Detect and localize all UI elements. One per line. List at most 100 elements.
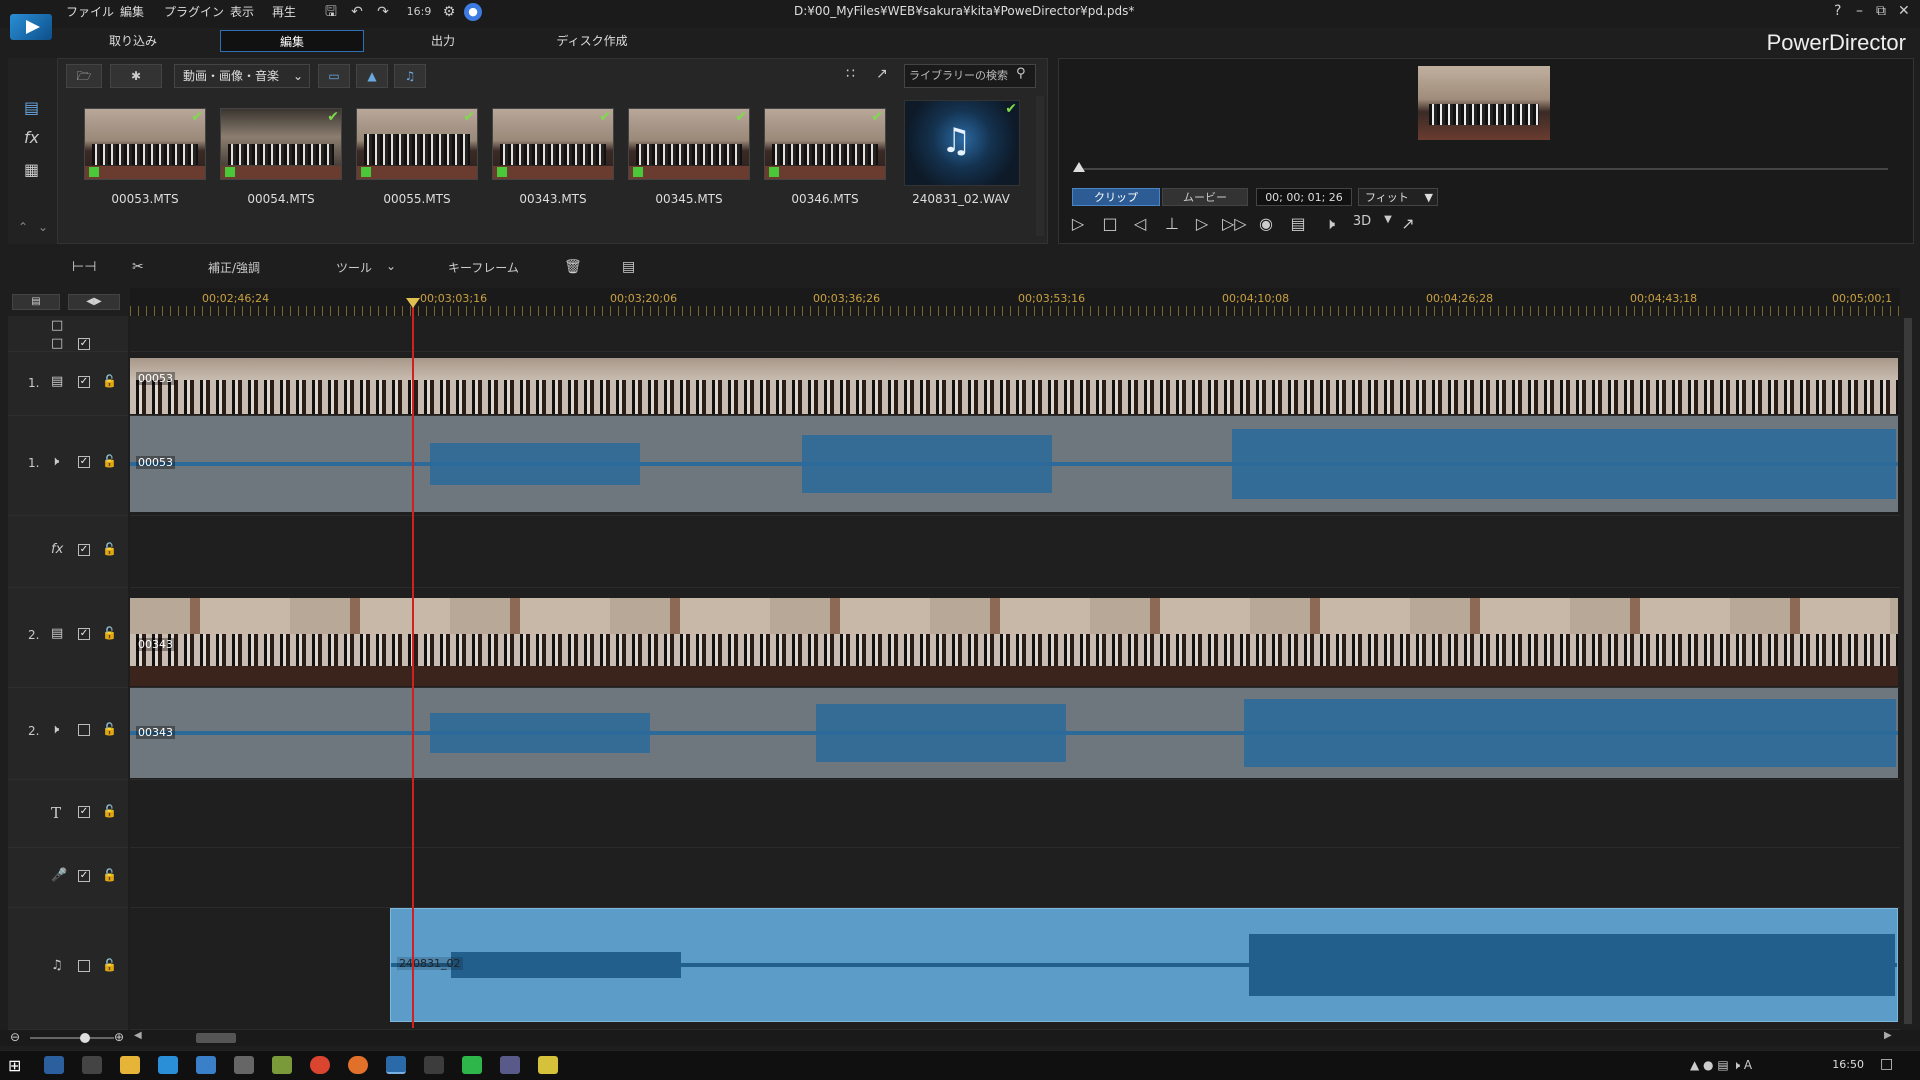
library-clip[interactable]: ✔: [84, 108, 206, 180]
windows-start-icon[interactable]: ⊞: [8, 1056, 21, 1075]
library-clip[interactable]: ✔: [628, 108, 750, 180]
play-icon[interactable]: ▷: [1066, 214, 1090, 233]
image-filter-icon[interactable]: ▲: [356, 64, 388, 88]
menu-plugin[interactable]: プラグイン: [164, 3, 224, 20]
tab-produce[interactable]: 出力: [400, 30, 486, 52]
restore-button[interactable]: ⧉: [1876, 3, 1886, 19]
media-filter-dropdown[interactable]: 動画・画像・音楽 ⌄: [174, 64, 310, 88]
scroll-up-icon[interactable]: ⌃: [18, 220, 28, 234]
preview-scrub-handle[interactable]: [1073, 162, 1085, 172]
playhead-marker-icon[interactable]: [406, 298, 420, 308]
timeline-horizontal-scrollbar[interactable]: [196, 1033, 236, 1043]
chapter-track-row[interactable]: [130, 316, 1900, 352]
audio-clip[interactable]: 00343: [130, 688, 1898, 778]
fast-forward-icon[interactable]: ▷▷: [1222, 214, 1247, 233]
save-icon[interactable]: 🖫: [322, 3, 340, 21]
line-icon[interactable]: [462, 1056, 482, 1074]
media-room-icon[interactable]: ▤: [24, 98, 39, 117]
scissors-icon[interactable]: ✂: [132, 259, 144, 275]
lock-icon[interactable]: 🔓: [102, 374, 117, 388]
aspect-ratio-icon[interactable]: 16:9: [404, 3, 434, 21]
library-clip-audio[interactable]: ♫ ✔: [904, 100, 1020, 186]
plugin-icon[interactable]: ✱: [110, 64, 162, 88]
fx-room-icon[interactable]: fx: [24, 128, 39, 147]
expand-icon[interactable]: ↗: [876, 66, 888, 82]
grid-view-icon[interactable]: ∷: [846, 66, 855, 82]
effect-track[interactable]: [130, 516, 1900, 588]
3d-mode-button[interactable]: 3D: [1350, 214, 1374, 229]
lock-icon[interactable]: 🔓: [102, 868, 117, 882]
playhead[interactable]: [412, 300, 414, 1028]
undock-icon[interactable]: ↗: [1396, 214, 1420, 233]
close-button[interactable]: ✕: [1898, 3, 1910, 19]
voice-track[interactable]: [130, 848, 1900, 908]
music-filter-icon[interactable]: ♫: [394, 64, 426, 88]
powerdirector-taskbar-icon[interactable]: [386, 1056, 406, 1074]
video-track-1[interactable]: 00053: [130, 352, 1900, 416]
library-scrollbar[interactable]: [1036, 96, 1044, 236]
audio-track-2[interactable]: 00343: [130, 688, 1900, 780]
zoom-slider[interactable]: [30, 1037, 114, 1039]
menu-view[interactable]: 表示: [230, 3, 254, 20]
taskbar-app-icon[interactable]: [424, 1056, 444, 1074]
clip-properties-icon[interactable]: ▤: [622, 259, 635, 275]
track-enable-checkbox[interactable]: ✓: [78, 376, 90, 388]
taskbar-clock[interactable]: 16:50: [1832, 1058, 1864, 1071]
taskbar-app-icon[interactable]: [82, 1056, 102, 1074]
video-clip[interactable]: 00343: [130, 598, 1898, 686]
redo-icon[interactable]: ↷: [374, 3, 392, 21]
subtitle-track-icon[interactable]: □: [51, 336, 63, 351]
video-track-2[interactable]: 00343: [130, 588, 1900, 688]
undo-icon[interactable]: ↶: [348, 3, 366, 21]
zoom-in-icon[interactable]: ⊕: [114, 1030, 124, 1044]
help-button[interactable]: ?: [1834, 3, 1841, 19]
split-icon[interactable]: ⊥: [1160, 214, 1184, 233]
subtitle-icon[interactable]: ▤: [1286, 214, 1310, 233]
scroll-down-icon[interactable]: ⌄: [38, 220, 48, 234]
file-explorer-icon[interactable]: [120, 1056, 140, 1074]
firefox-icon[interactable]: [348, 1056, 368, 1074]
music-clip[interactable]: 240831_02: [390, 908, 1898, 1022]
tab-edit[interactable]: 編集: [220, 30, 364, 52]
audio-track-1[interactable]: 00053: [130, 416, 1900, 516]
track-enable-checkbox[interactable]: [78, 960, 90, 972]
next-frame-icon[interactable]: ▷: [1190, 214, 1214, 233]
import-media-icon[interactable]: 🗁: [66, 64, 102, 88]
minimize-button[interactable]: –: [1856, 3, 1863, 19]
taskbar-app-icon[interactable]: [272, 1056, 292, 1074]
lock-icon[interactable]: 🔓: [102, 722, 117, 736]
lock-icon[interactable]: 🔓: [102, 626, 117, 640]
track-enable-checkbox[interactable]: ✓: [78, 544, 90, 556]
previous-frame-icon[interactable]: ◁: [1128, 214, 1152, 233]
stop-icon[interactable]: □: [1098, 214, 1122, 233]
video-filter-icon[interactable]: ▭: [318, 64, 350, 88]
track-enable-checkbox[interactable]: ✓: [78, 628, 90, 640]
lock-icon[interactable]: 🔓: [102, 542, 117, 556]
track-enable-checkbox[interactable]: ✓: [78, 870, 90, 882]
zoom-fit-dropdown[interactable]: フィット ▼: [1358, 188, 1438, 206]
zoom-out-icon[interactable]: ⊖: [10, 1030, 20, 1044]
keyframe-button[interactable]: キーフレーム: [448, 259, 519, 276]
taskbar-app-icon[interactable]: [44, 1056, 64, 1074]
tools-button[interactable]: ツール: [336, 259, 372, 276]
timeline-vertical-scrollbar[interactable]: [1904, 318, 1912, 1024]
snapshot-icon[interactable]: ◉: [1254, 214, 1278, 233]
pip-room-icon[interactable]: ▦: [24, 160, 39, 179]
taskbar-app-icon[interactable]: [538, 1056, 558, 1074]
settings-icon[interactable]: ⚙: [440, 3, 458, 21]
movie-mode-button[interactable]: ムービー: [1162, 188, 1248, 206]
fit-timeline-icon[interactable]: ◀▶: [68, 294, 120, 310]
video-clip[interactable]: 00053: [130, 358, 1898, 414]
library-clip[interactable]: ✔: [764, 108, 886, 180]
library-clip[interactable]: ✔: [220, 108, 342, 180]
search-icon[interactable]: ⚲: [1016, 66, 1026, 81]
menu-edit[interactable]: 編集: [120, 3, 144, 20]
track-manager-icon[interactable]: ▤: [12, 294, 60, 310]
account-icon[interactable]: ●: [464, 3, 482, 21]
volume-icon[interactable]: 🕨: [1318, 214, 1342, 234]
fix-enhance-button[interactable]: 補正/強調: [208, 259, 260, 276]
menu-file[interactable]: ファイル: [66, 3, 114, 20]
track-enable-checkbox[interactable]: ✓: [78, 456, 90, 468]
timecode-display[interactable]: 00; 00; 01; 26: [1256, 188, 1352, 206]
lock-icon[interactable]: 🔓: [102, 454, 117, 468]
